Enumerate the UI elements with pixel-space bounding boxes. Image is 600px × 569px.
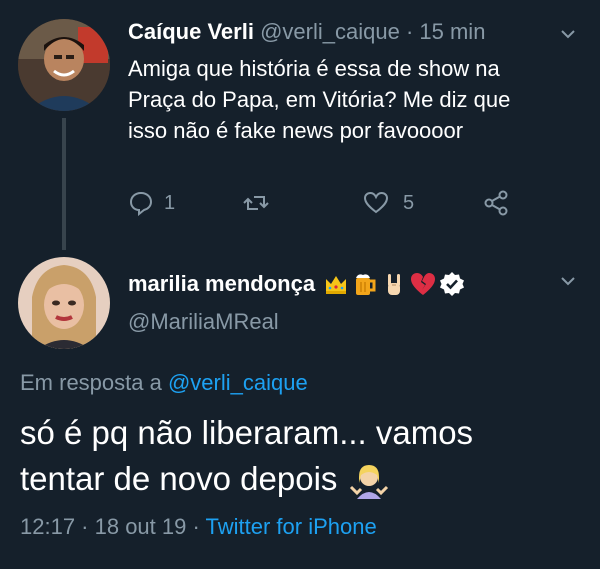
thread-connector-line xyxy=(62,118,66,250)
tweet-text-line: Amiga que história é essa de show na xyxy=(128,56,500,81)
reply-count: 1 xyxy=(164,191,176,214)
like-count: 5 xyxy=(403,191,415,214)
tweet-text: Amiga que história é essa de show na Pra… xyxy=(128,53,510,146)
tweet-options-chevron-icon[interactable] xyxy=(560,26,576,47)
author-avatar[interactable] xyxy=(18,19,110,111)
tweet-text-line: Praça do Papa, em Vitória? Me diz que xyxy=(128,87,511,112)
reply-author-handle[interactable]: @MariliaMReal xyxy=(128,309,279,335)
verified-badge-icon xyxy=(440,272,465,296)
beer-mug-icon xyxy=(356,274,376,295)
reply-author-name-row: marilia mendonça xyxy=(128,271,468,297)
reply-author-name[interactable]: marilia mendonça xyxy=(128,271,315,297)
retweet-action[interactable] xyxy=(243,190,269,216)
author-handle[interactable]: @verli_caique xyxy=(260,19,400,44)
rock-hand-icon xyxy=(388,274,401,295)
like-action[interactable]: 5 xyxy=(363,190,414,216)
tweet-text-line: isso não é fake news por favoooor xyxy=(128,118,464,143)
broken-heart-icon xyxy=(411,273,436,295)
tweet-source[interactable]: Twitter for iPhone xyxy=(206,514,377,539)
tweet-metadata: 12:17 · 18 out 19 · Twitter for iPhone xyxy=(20,514,377,540)
retweet-icon xyxy=(243,196,269,210)
share-icon xyxy=(484,190,508,216)
in-reply-to-prefix: Em resposta a xyxy=(20,370,162,395)
crown-icon xyxy=(326,276,347,294)
reply-tweet-text: só é pq não liberaram... vamos tentar de… xyxy=(20,410,473,502)
author-name[interactable]: Caíque Verli xyxy=(128,19,254,44)
metadata-separator: · xyxy=(192,514,200,539)
tweet-time[interactable]: 15 min xyxy=(419,19,485,44)
reply-text-line: só é pq não liberaram... vamos xyxy=(20,414,474,451)
in-reply-to: Em resposta a @verli_caique xyxy=(20,370,308,396)
header-separator: · xyxy=(405,19,414,44)
reply-text-line: tentar de novo depois xyxy=(20,460,338,497)
tweet-timestamp[interactable]: 12:17 · 18 out 19 xyxy=(20,514,186,539)
reply-action[interactable]: 1 xyxy=(128,190,175,216)
avatar-photo xyxy=(18,19,110,111)
reply-icon xyxy=(129,191,153,216)
reply-author-avatar[interactable] xyxy=(18,257,110,349)
tweet-options-chevron-icon[interactable] xyxy=(560,273,576,294)
avatar-photo xyxy=(18,257,110,349)
in-reply-to-handle[interactable]: @verli_caique xyxy=(168,370,308,395)
share-action[interactable] xyxy=(483,190,509,216)
tweet-header: Caíque Verli @verli_caique · 15 min xyxy=(128,19,485,45)
person-shrugging-icon xyxy=(350,465,389,499)
heart-icon xyxy=(363,191,389,214)
